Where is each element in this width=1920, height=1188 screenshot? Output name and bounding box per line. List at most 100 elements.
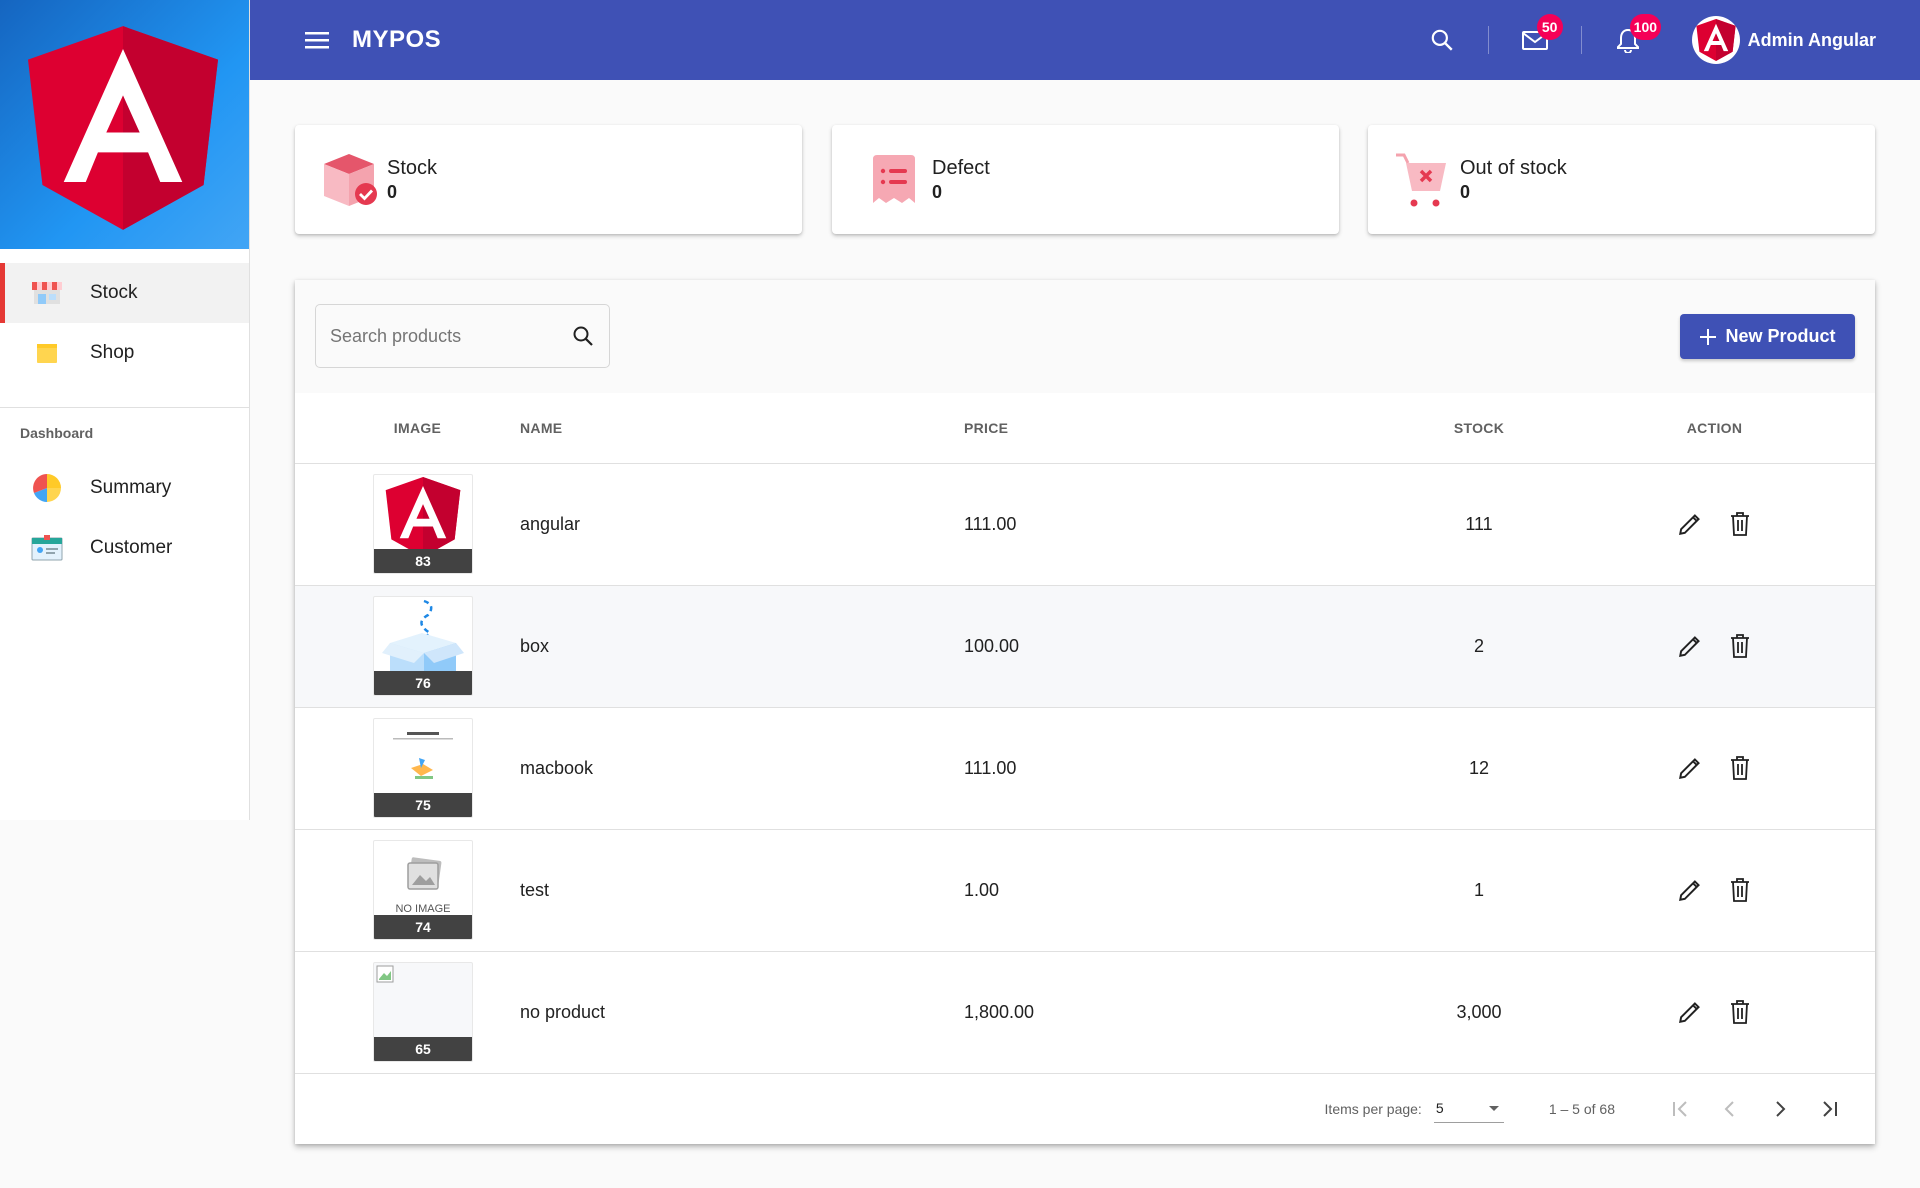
sidebar-item-label: Shop	[90, 342, 135, 363]
app-title: MYPOS	[352, 26, 442, 53]
items-per-page-label: Items per page:	[1324, 1100, 1422, 1117]
trash-icon	[1730, 1000, 1749, 1024]
pencil-icon	[1678, 1002, 1700, 1023]
page-size-select[interactable]: 5	[1433, 1095, 1504, 1123]
delete-button[interactable]	[1726, 876, 1754, 904]
delete-button[interactable]	[1726, 754, 1754, 782]
column-header-image[interactable]: IMAGE	[295, 393, 520, 464]
product-price: 1.00	[964, 829, 1364, 952]
hamburger-menu-icon	[305, 32, 329, 49]
edit-button[interactable]	[1676, 998, 1704, 1026]
top-app-bar: MYPOS 50 100 Admin Angular	[250, 0, 1920, 80]
product-stock: 3,000	[1364, 951, 1594, 1074]
column-header-name[interactable]: NAME	[520, 393, 964, 464]
notifications-button[interactable]: 100	[1604, 14, 1662, 64]
cart-remove-icon	[1392, 150, 1452, 210]
edit-button[interactable]	[1676, 510, 1704, 538]
plus-icon	[1700, 328, 1717, 345]
new-product-label: New Product	[1725, 326, 1836, 346]
edit-button[interactable]	[1676, 876, 1704, 904]
chevron-right-icon	[1776, 1100, 1786, 1117]
next-page-button[interactable]	[1755, 1084, 1805, 1134]
angular-logo-image	[385, 477, 461, 557]
pencil-icon	[1678, 514, 1700, 535]
broken-image-icon	[376, 965, 394, 983]
stock-box-check-icon	[319, 150, 379, 210]
panel-toolbar: New Product	[295, 280, 1875, 393]
dropdown-arrow-icon	[1488, 1106, 1499, 1111]
table-row: 76 box 100.00 2	[295, 585, 1875, 708]
trash-icon	[1730, 756, 1749, 780]
angular-logo-icon	[28, 26, 218, 230]
image-cell: 65	[295, 951, 520, 1074]
product-name: test	[520, 829, 964, 952]
search-icon	[1431, 29, 1453, 51]
product-thumbnail: 76	[373, 596, 473, 696]
user-menu[interactable]: Admin Angular	[1691, 16, 1876, 64]
pencil-icon	[1678, 880, 1700, 901]
product-price: 111.00	[964, 463, 1364, 586]
product-stock: 2	[1364, 585, 1594, 708]
sidebar-item-label: Customer	[90, 537, 173, 558]
sidebar-item-stock[interactable]: Stock	[0, 263, 249, 323]
sidebar-item-label: Summary	[90, 477, 172, 498]
menu-button[interactable]	[294, 16, 342, 64]
search-button[interactable]	[1418, 16, 1466, 64]
sidebar-item-customer[interactable]: Customer	[0, 518, 249, 578]
mail-button[interactable]: 50	[1511, 14, 1563, 64]
image-count: 75	[374, 793, 472, 817]
sidebar-item-summary[interactable]: Summary	[0, 458, 249, 518]
out-of-stock-card: Out of stock 0	[1368, 125, 1875, 234]
sidebar-section-header: Dashboard	[20, 425, 94, 441]
action-cell	[1594, 829, 1875, 952]
card-value: 0	[932, 181, 943, 202]
product-stock: 111	[1364, 463, 1594, 586]
column-header-stock[interactable]: STOCK	[1364, 393, 1594, 464]
product-thumbnail: NO IMAGE AVAILABLE 74	[373, 840, 473, 940]
toolbar-separator	[1580, 26, 1582, 54]
first-page-button[interactable]	[1655, 1084, 1705, 1134]
trash-icon	[1730, 878, 1749, 902]
store-icon	[30, 279, 64, 307]
delete-button[interactable]	[1726, 998, 1754, 1026]
defect-card: Defect 0	[832, 125, 1339, 234]
last-page-icon	[1823, 1100, 1837, 1117]
previous-page-button[interactable]	[1705, 1084, 1755, 1134]
edit-button[interactable]	[1676, 754, 1704, 782]
trash-icon	[1730, 634, 1749, 658]
trash-icon	[1730, 512, 1749, 536]
search-input[interactable]	[330, 325, 571, 347]
image-count: 65	[374, 1037, 472, 1061]
image-count: 74	[374, 915, 472, 939]
search-icon	[573, 326, 593, 346]
new-product-button[interactable]: New Product	[1680, 314, 1855, 359]
products-table: IMAGE NAME PRICE STOCK ACTION 83 angular…	[295, 393, 1875, 1074]
sidebar-item-shop[interactable]: Shop	[0, 323, 249, 383]
product-name: no product	[520, 951, 964, 1074]
image-count: 76	[374, 671, 472, 695]
product-thumbnail: 75	[373, 718, 473, 818]
last-page-button[interactable]	[1805, 1084, 1855, 1134]
delete-button[interactable]	[1726, 510, 1754, 538]
column-header-price[interactable]: PRICE	[964, 393, 1364, 464]
action-cell	[1594, 585, 1875, 708]
delete-button[interactable]	[1726, 632, 1754, 660]
card-title: Stock	[387, 156, 438, 179]
product-name: angular	[520, 463, 964, 586]
product-name: box	[520, 585, 964, 708]
edit-button[interactable]	[1676, 632, 1704, 660]
product-price: 100.00	[964, 585, 1364, 708]
card-value: 0	[387, 181, 398, 202]
product-price: 111.00	[964, 707, 1364, 830]
pencil-icon	[1678, 758, 1700, 779]
card-title: Defect	[932, 156, 990, 179]
search-field	[315, 304, 610, 368]
avatar	[1691, 16, 1740, 64]
table-header-row: IMAGE NAME PRICE STOCK ACTION	[295, 393, 1875, 464]
product-price: 1,800.00	[964, 951, 1364, 1074]
card-value: 0	[1460, 181, 1471, 202]
paginator: Items per page: 5 1 – 5 of 68	[295, 1074, 1875, 1144]
product-name: macbook	[520, 707, 964, 830]
products-panel: New Product IMAGE NAME PRICE STOCK ACTIO…	[295, 280, 1875, 1144]
image-cell: 75	[295, 707, 520, 830]
